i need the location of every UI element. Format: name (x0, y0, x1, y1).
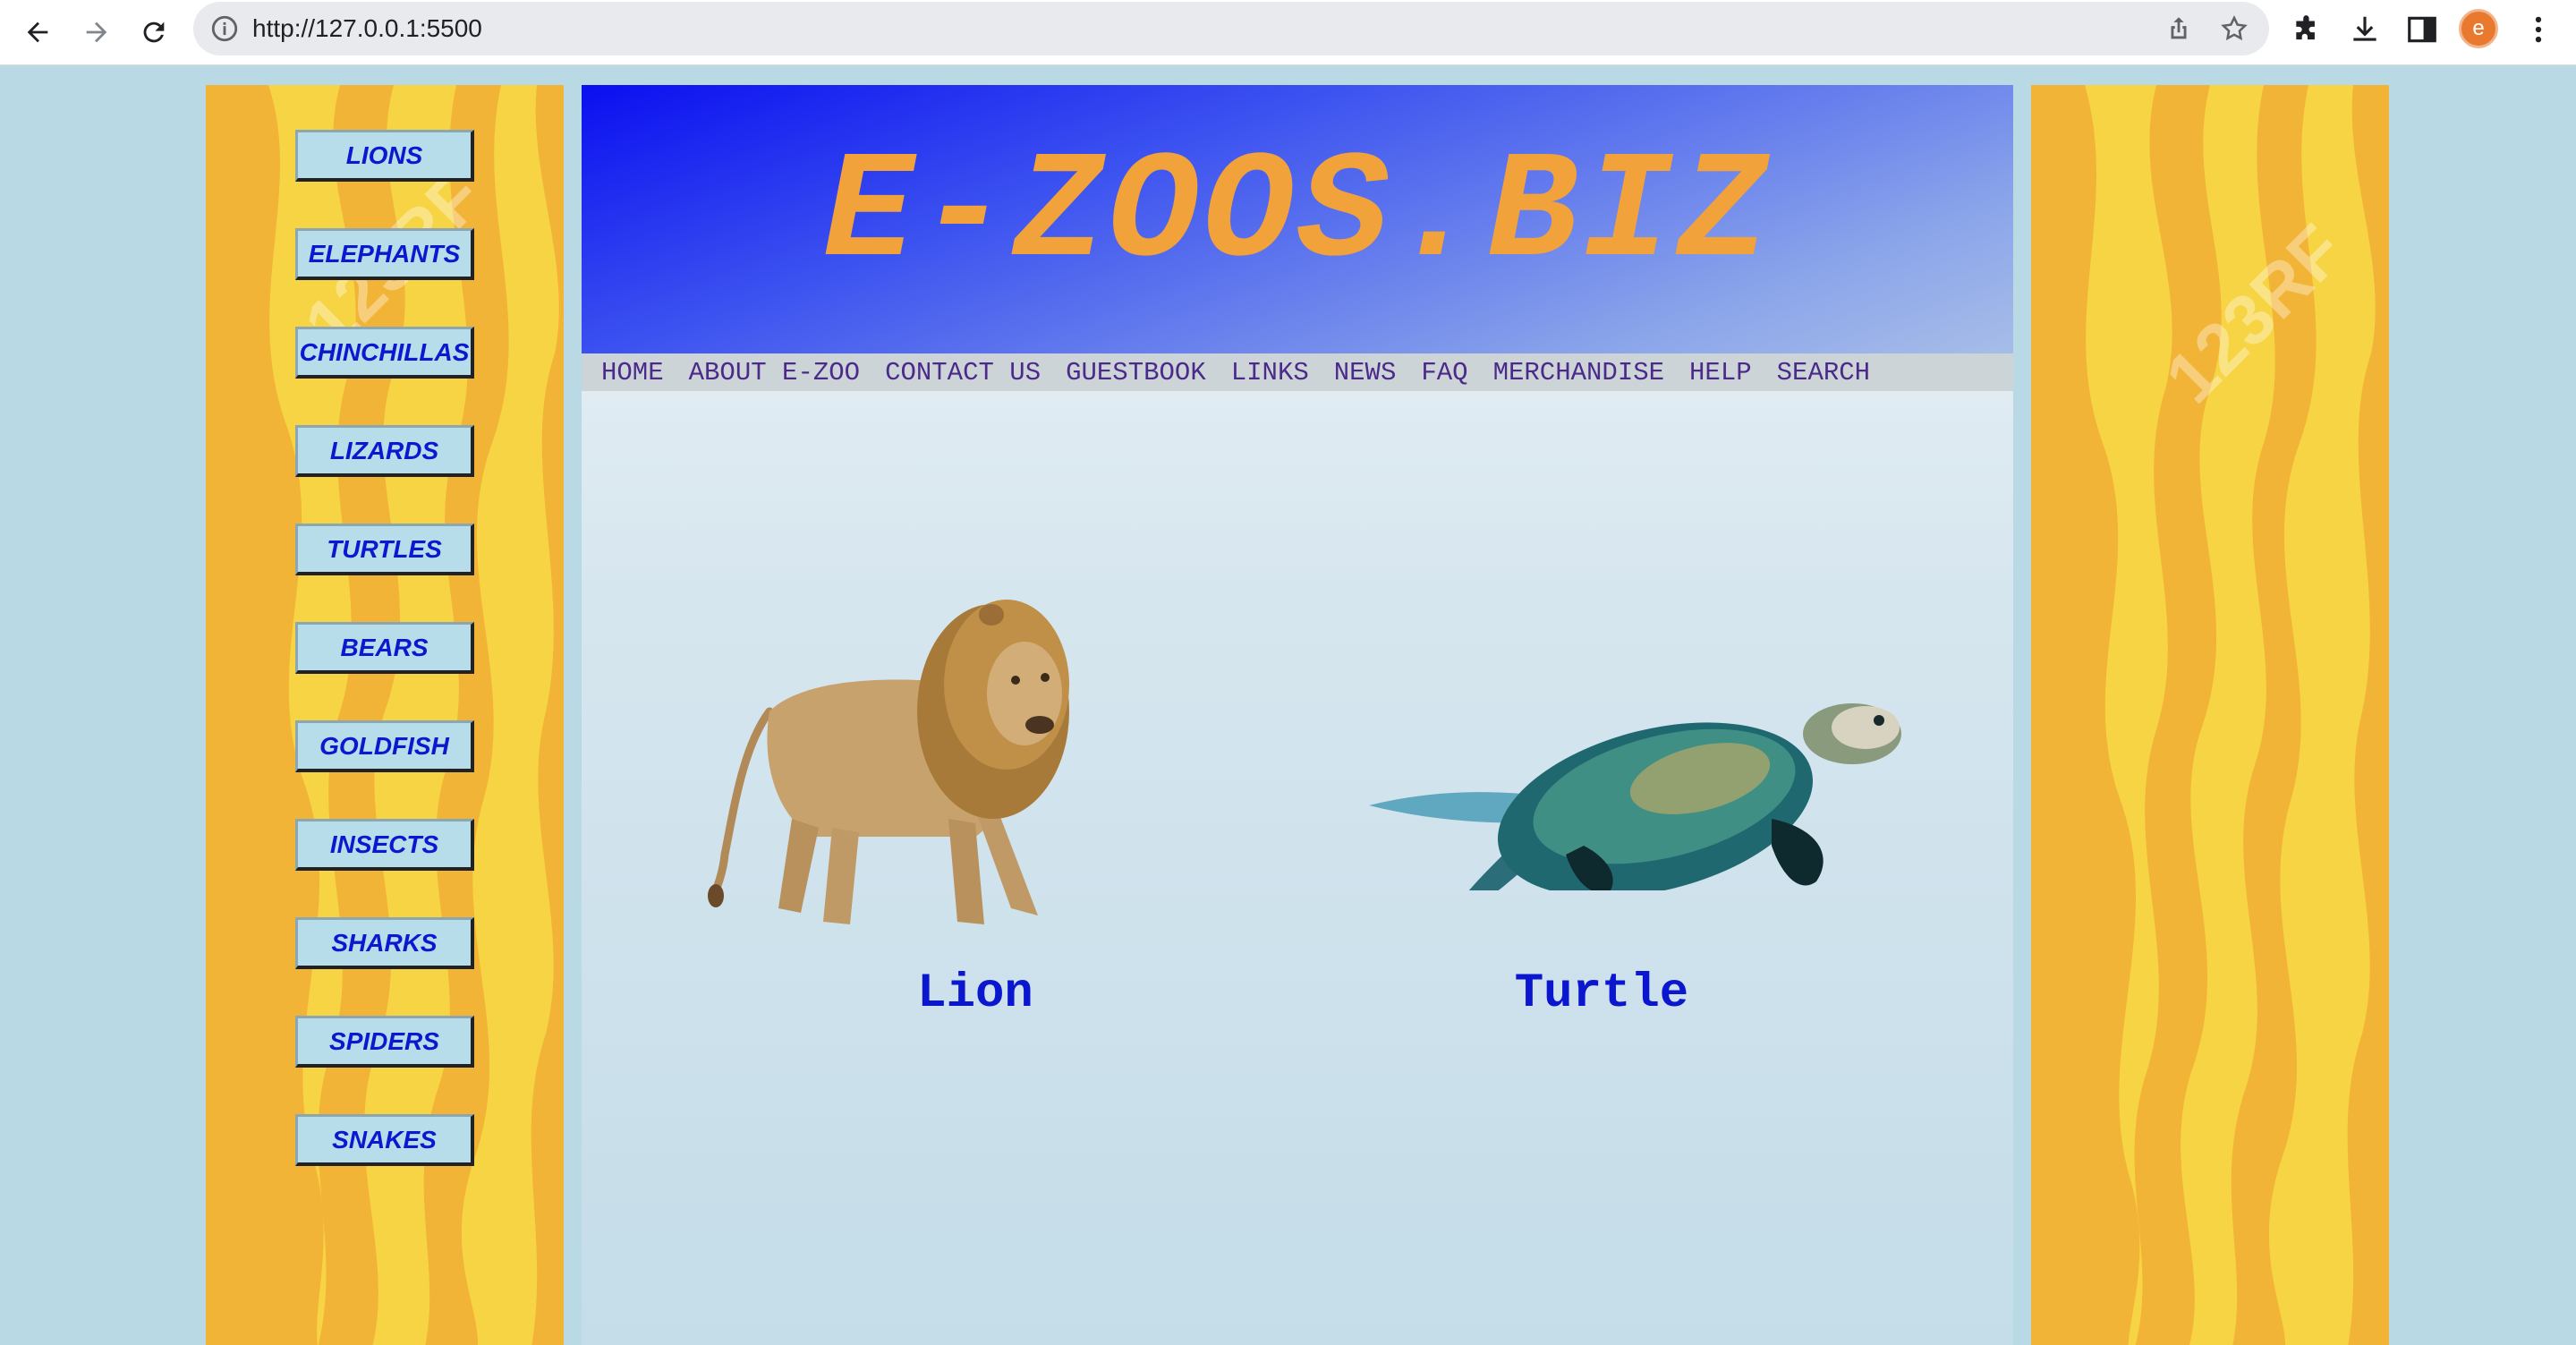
top-nav-links[interactable]: LINKS (1231, 358, 1309, 387)
extensions-puzzle-icon[interactable] (2291, 13, 2325, 47)
lion-image[interactable] (707, 577, 1101, 935)
side-nav-bears[interactable]: BEARS (295, 622, 474, 674)
web-page: 123RF LIONS ELEPHANTS CHINCHILLAS LIZARD… (0, 65, 2576, 1345)
side-nav-turtles[interactable]: TURTLES (295, 524, 474, 575)
browser-toolbar: http://127.0.0.1:5500 e (0, 0, 2576, 65)
turtle-image[interactable] (1351, 586, 1906, 890)
side-nav-spiders[interactable]: SPIDERS (295, 1016, 474, 1068)
side-nav-goldfish[interactable]: GOLDFISH (295, 720, 474, 772)
share-icon[interactable] (2164, 13, 2194, 44)
top-nav-guestbook[interactable]: GUESTBOOK (1066, 358, 1206, 387)
turtle-caption[interactable]: Turtle (1467, 966, 1736, 1021)
bookmark-star-icon[interactable] (2219, 13, 2249, 44)
reload-icon (143, 21, 165, 43)
url-text[interactable]: http://127.0.0.1:5500 (252, 13, 482, 45)
lion-caption[interactable]: Lion (841, 966, 1109, 1021)
header-banner: E-ZOOS.BIZ (582, 85, 2013, 353)
back-arrow-icon (27, 21, 48, 43)
top-nav-help[interactable]: HELP (1689, 358, 1752, 387)
back-button[interactable] (14, 9, 61, 55)
download-icon[interactable] (2348, 13, 2382, 47)
side-nav-snakes[interactable]: SNAKES (295, 1114, 474, 1166)
side-nav-lizards[interactable]: LIZARDS (295, 425, 474, 477)
top-nav-about[interactable]: ABOUT E-ZOO (689, 358, 860, 387)
forward-arrow-icon (86, 21, 107, 43)
side-nav-elephants[interactable]: ELEPHANTS (295, 228, 474, 280)
top-nav-home[interactable]: HOME (601, 358, 664, 387)
right-stripe-panel: 123RF (2031, 85, 2389, 1345)
lion-card[interactable]: Lion (707, 577, 1101, 1060)
top-nav-faq[interactable]: FAQ (1421, 358, 1467, 387)
top-nav: HOME ABOUT E-ZOO CONTACT US GUESTBOOK LI… (582, 353, 2013, 391)
site-info-icon[interactable] (209, 13, 240, 44)
animal-side-nav: LIONS ELEPHANTS CHINCHILLAS LIZARDS TURT… (295, 130, 474, 1213)
side-nav-chinchillas[interactable]: CHINCHILLAS (295, 327, 474, 379)
side-nav-lions[interactable]: LIONS (295, 130, 474, 182)
top-nav-news[interactable]: NEWS (1334, 358, 1397, 387)
side-panel-icon[interactable] (2405, 13, 2439, 47)
address-bar[interactable]: http://127.0.0.1:5500 (193, 2, 2269, 55)
left-stripe-panel: 123RF LIONS ELEPHANTS CHINCHILLAS LIZARD… (206, 85, 564, 1345)
turtle-card[interactable]: Turtle (1351, 586, 1906, 1060)
top-nav-search[interactable]: SEARCH (1777, 358, 1870, 387)
reload-button[interactable] (131, 9, 177, 55)
top-nav-merchandise[interactable]: MERCHANDISE (1493, 358, 1664, 387)
top-nav-contact[interactable]: CONTACT US (885, 358, 1041, 387)
side-nav-insects[interactable]: INSECTS (295, 819, 474, 871)
profile-avatar[interactable]: e (2459, 9, 2498, 48)
main-content: E-ZOOS.BIZ HOME ABOUT E-ZOO CONTACT US G… (582, 85, 2013, 1345)
site-title: E-ZOOS.BIZ (822, 128, 1773, 301)
side-nav-sharks[interactable]: SHARKS (295, 917, 474, 969)
forward-button[interactable] (73, 9, 120, 55)
menu-kebab-icon[interactable] (2521, 13, 2555, 47)
